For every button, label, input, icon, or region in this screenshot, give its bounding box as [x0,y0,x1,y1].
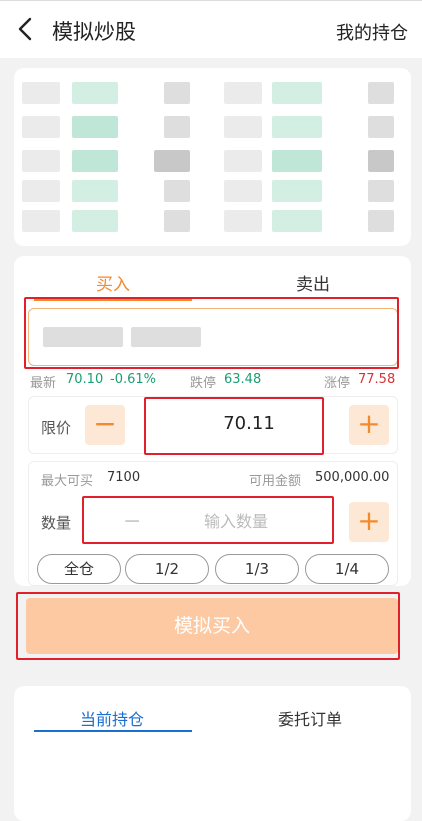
top-bar: 模拟炒股 我的持仓 [0,0,422,58]
highlight-box-price [144,397,324,455]
limit-down-value: 63.48 [224,372,262,387]
ratio-third-button[interactable]: 1/3 [215,554,299,584]
quantity-label: 数量 [41,514,72,532]
order-book-row [14,180,411,202]
available-funds-label: 可用金额 [249,474,302,489]
back-arrow-icon[interactable] [14,15,38,43]
tab-sell[interactable]: 卖出 [296,270,330,295]
tab-buy[interactable]: 买入 [96,270,130,295]
limit-up-value: 77.58 [358,372,396,387]
order-book-row [14,150,411,172]
ratio-full-button[interactable]: 全仓 [37,554,121,584]
active-bottom-tab-indicator [34,730,192,732]
price-minus-button[interactable]: − [85,405,125,445]
order-book-row [14,210,411,232]
positions-panel: 当前持仓 委托订单 [14,686,411,821]
limit-price-label: 限价 [41,419,72,437]
ratio-quarter-button[interactable]: 1/4 [305,554,389,584]
available-funds-value: 500,000.00 [315,470,390,485]
simulate-buy-button[interactable]: 模拟买入 [26,598,398,654]
price-plus-button[interactable]: + [349,405,389,445]
latest-price: 70.10 [66,372,104,387]
max-buy-value: 7100 [107,470,141,485]
quote-line: 最新 70.10 -0.61% 跌停 63.48 涨停 77.58 [28,370,400,391]
order-book-panel [14,68,411,246]
tab-current-holdings[interactable]: 当前持仓 [80,706,144,730]
limit-down-label: 跌停 [190,376,217,391]
page-title: 模拟炒股 [52,20,136,44]
highlight-box-stock [24,297,399,369]
quantity-plus-button[interactable]: + [349,502,389,542]
ratio-half-button[interactable]: 1/2 [125,554,209,584]
tab-entrusted-orders[interactable]: 委托订单 [278,706,342,730]
latest-label: 最新 [30,376,57,391]
limit-up-label: 涨停 [324,376,351,391]
order-book-row [14,116,411,138]
order-book-row [14,82,411,104]
latest-change: -0.61% [110,372,156,387]
buy-sell-tabs: 买入 卖出 [14,270,411,300]
my-holdings-link[interactable]: 我的持仓 [336,19,408,45]
highlight-box-quantity [82,496,334,544]
max-buy-label: 最大可买 [41,474,94,489]
